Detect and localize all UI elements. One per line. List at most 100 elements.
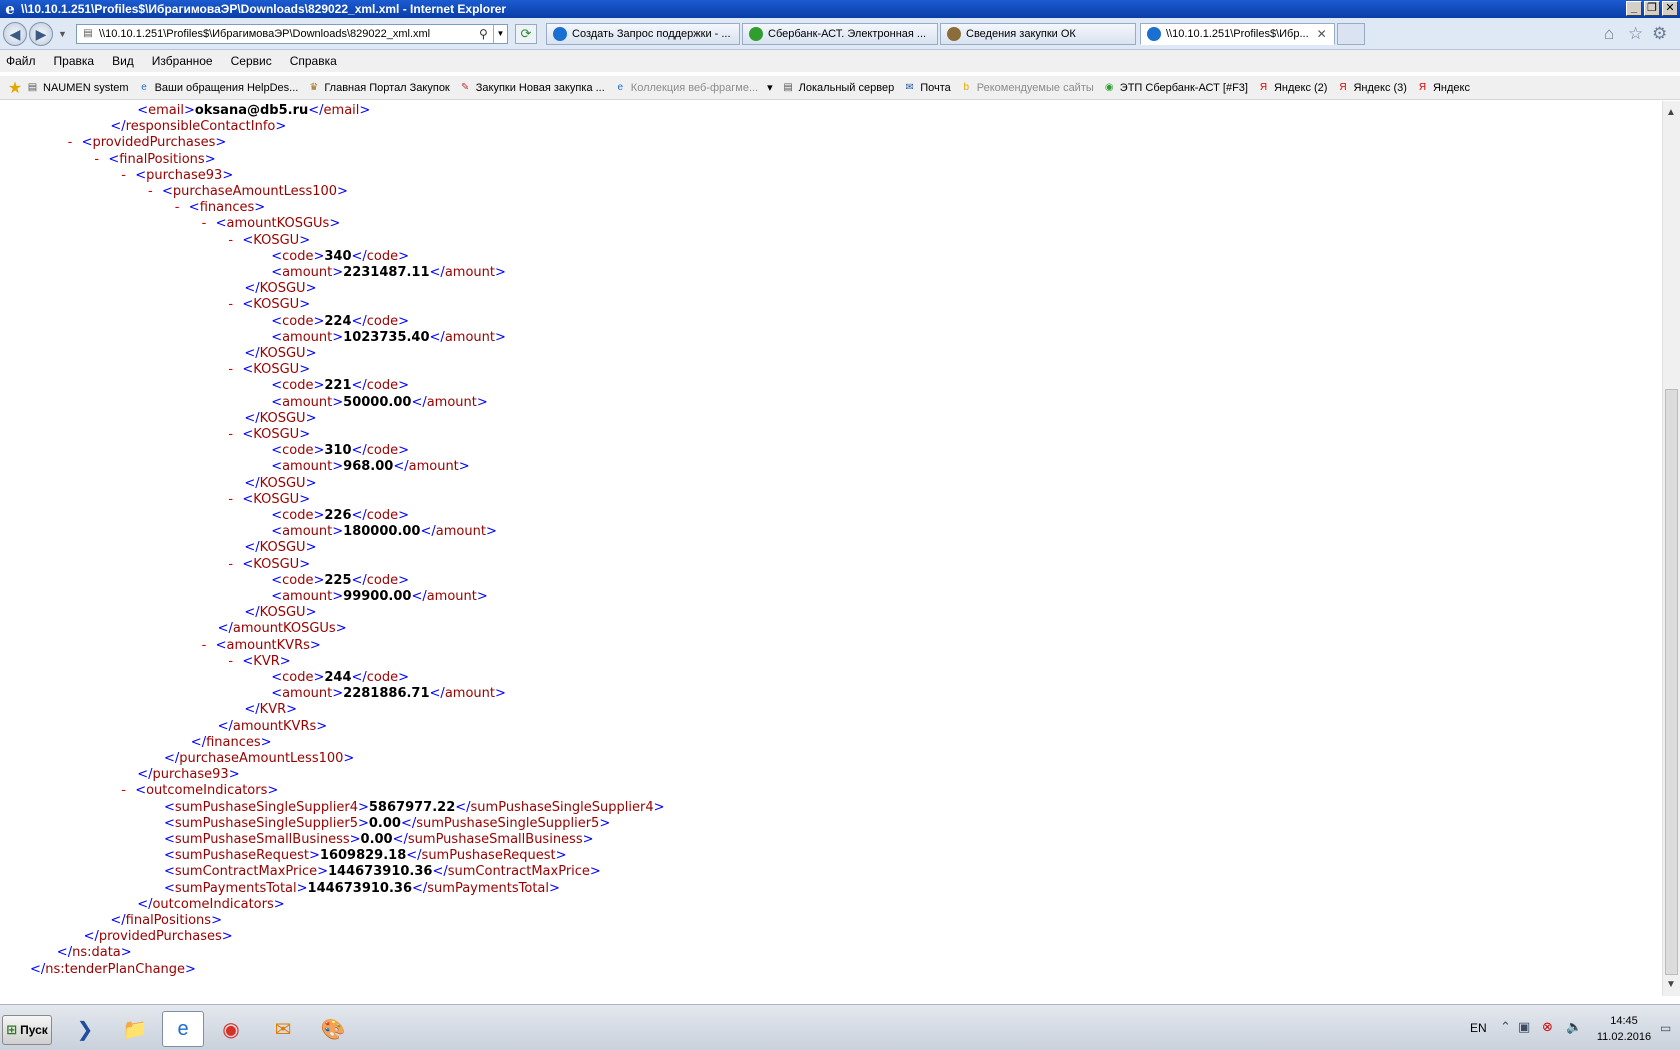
window-controls: _ ❐ ✕ [1626,1,1678,16]
volume-icon[interactable]: 🔈 [1566,1019,1582,1035]
back-button[interactable]: ◀ [3,22,27,46]
favorite-item-11[interactable]: Я Яндекс (3) [1336,81,1407,94]
forward-arrow-icon: ▶ [35,26,47,42]
history-dropdown-icon[interactable]: ▼ [58,29,67,39]
network-icon[interactable]: ▣ [1518,1019,1530,1035]
refresh-button[interactable]: ⟳ [515,24,537,44]
tab-3[interactable]: Сведения закупки ОК [940,23,1136,45]
add-favorites-star-icon[interactable]: ★ [4,78,26,98]
tab-4[interactable]: \\10.10.1.251\Profiles$\Ибр... ✕ [1140,23,1335,45]
tag-bracket: </ [351,443,367,459]
tag-value: 0.00 [368,815,401,831]
close-button[interactable]: ✕ [1662,1,1678,16]
vertical-scrollbar[interactable]: ▲ ▼ [1662,101,1680,996]
tag-bracket: < [271,508,283,523]
taskbar-app-5[interactable]: ✉ [262,1011,304,1047]
favorite-item-10[interactable]: Я Яндекс (2) [1257,81,1328,94]
collapse-toggle[interactable]: - [68,135,82,151]
tab-2[interactable]: Сбербанк-АСТ. Электронная ... [742,23,938,45]
collapse-toggle[interactable]: - [121,168,135,184]
address-bar[interactable]: ▤ \\10.10.1.251\Profiles$\ИбрагимоваЭР\D… [76,24,508,44]
favorite-item-2[interactable]: e Ваши обращения HelpDes... [138,81,298,94]
collapse-toggle[interactable]: - [202,216,216,232]
favorite-item-9[interactable]: ◉ ЭТП Сбербанк-АСТ [#F3] [1103,81,1248,94]
menu-item-6[interactable]: Справка [290,54,337,68]
collapse-toggle[interactable]: - [228,427,242,443]
tag-bracket: </ [455,799,471,815]
collapse-toggle[interactable]: - [228,654,242,670]
scroll-up-arrow-icon[interactable]: ▲ [1666,107,1676,118]
favorite-item-1[interactable]: ▤ NAUMEN system [26,81,129,94]
gear-icon[interactable]: ⚙ [1652,24,1667,44]
language-indicator[interactable]: EN [1470,1021,1487,1035]
favorite-item-6[interactable]: ▤ Локальный сервер [782,81,894,94]
menu-item-2[interactable]: Правка [54,54,95,68]
tag-value: 144673910.36 [307,880,412,896]
tab-close-icon[interactable]: ✕ [1317,27,1327,41]
maximize-button[interactable]: ❐ [1644,1,1660,16]
favorite-item-3[interactable]: ♛ Главная Портал Закупок [307,81,449,94]
show-desktop-icon[interactable]: ▭ [1660,1021,1671,1035]
tray-expand-icon[interactable]: ⌃ [1500,1019,1511,1035]
tag-bracket: </ [217,621,233,637]
collapse-toggle[interactable]: - [94,152,108,168]
xml-line: </amountKVRs> [218,719,328,735]
start-button[interactable]: ⊞ Пуск [2,1015,52,1045]
favorite-label: Коллекция веб-фрагме... [630,81,759,94]
taskbar-app-1[interactable]: ❯ [64,1011,106,1047]
tag-name: amount [408,459,459,475]
clock-time[interactable]: 14:45 [1595,1015,1653,1027]
collapse-toggle[interactable]: - [175,200,189,216]
tag-bracket: < [215,216,227,232]
favorite-item-5[interactable]: e Коллекция веб-фрагме... [614,81,759,94]
favorite-label: Главная Портал Закупок [324,81,450,94]
collapse-toggle[interactable]: - [228,233,242,249]
favorite-item-4[interactable]: ✎ Закупки Новая закупка ... [459,81,605,94]
tab-1[interactable]: Создать Запрос поддержки - ... [546,23,740,45]
minimize-button[interactable]: _ [1626,1,1642,16]
scroll-down-arrow-icon[interactable]: ▼ [1666,979,1676,990]
favorite-dropdown-icon[interactable]: ▾ [767,81,773,94]
tag-value: 310 [324,443,352,459]
menu-item-3[interactable]: Вид [112,54,134,68]
favorites-star-icon[interactable]: ☆ [1628,24,1643,44]
tag-value: 0.00 [360,832,393,847]
menu-item-1[interactable]: Файл [6,54,36,68]
taskbar-app-4[interactable]: ◉ [210,1011,252,1047]
collapse-toggle[interactable]: - [228,492,242,508]
tag-bracket: > [549,880,560,896]
tag-value: 2281886.71 [343,686,430,702]
collapse-toggle[interactable]: - [228,297,242,313]
tag-name: amount [282,686,333,702]
favorite-item-8[interactable]: b Рекомендуемые сайты [960,81,1093,94]
clock-date[interactable]: 11.02.2016 [1595,1031,1653,1043]
network-alert-icon[interactable]: ⊗ [1542,1019,1553,1035]
home-icon[interactable]: ⌂ [1604,24,1614,44]
tag-bracket: > [222,167,234,183]
paint-icon: 🎨 [320,1018,346,1041]
menu-item-5[interactable]: Сервис [231,54,272,68]
collapse-toggle[interactable]: - [121,783,135,799]
collapse-toggle[interactable]: - [228,557,242,573]
taskbar-app-3[interactable]: e [162,1011,204,1047]
favorite-item-7[interactable]: ✉ Почта [903,81,950,94]
new-tab-button[interactable] [1337,23,1365,45]
scroll-thumb[interactable] [1665,389,1678,975]
search-icon[interactable]: ⚲ [479,27,493,41]
tag-value: 180000.00 [343,524,421,540]
tag-name: code [366,670,399,685]
collapse-toggle[interactable]: - [228,362,242,378]
menu-item-4[interactable]: Избранное [152,54,213,68]
taskbar-app-6[interactable]: 🎨 [312,1011,354,1047]
tag-name: purchase93 [146,167,223,183]
taskbar-app-2[interactable]: 📁 [114,1011,156,1047]
collapse-toggle[interactable]: - [202,638,216,654]
forward-button[interactable]: ▶ [29,22,53,46]
tag-name: amount [426,394,477,410]
xml-line: - <KOSGU> [228,362,310,378]
favorite-item-12[interactable]: Я Яндекс [1416,81,1470,94]
collapse-toggle[interactable]: - [148,184,162,200]
address-dropdown-icon[interactable]: ▼ [493,25,507,43]
address-input[interactable]: \\10.10.1.251\Profiles$\ИбрагимоваЭР\Dow… [99,28,479,40]
tag-bracket: > [120,945,132,961]
